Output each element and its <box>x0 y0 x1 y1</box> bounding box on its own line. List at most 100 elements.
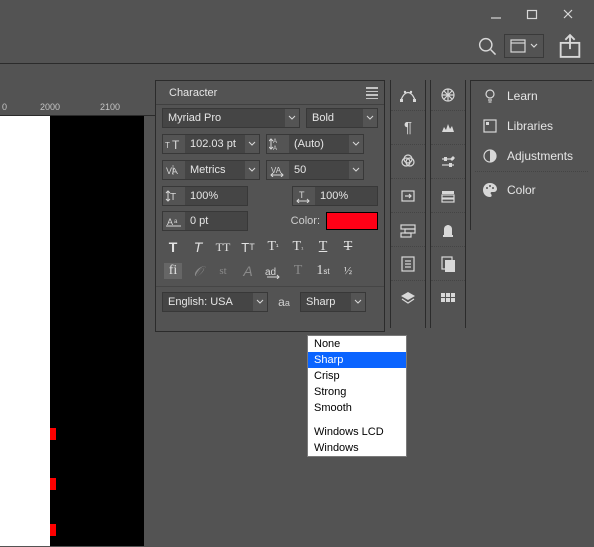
canvas-black-shape[interactable] <box>50 116 144 546</box>
font-family-select[interactable]: Myriad Pro <box>162 108 300 128</box>
vertical-scale-field[interactable]: T 100% <box>162 186 248 206</box>
titling-button[interactable]: ad <box>264 263 282 279</box>
svg-text:A: A <box>171 166 178 176</box>
actions-panel-button[interactable] <box>391 178 425 212</box>
chevron-down-icon <box>363 109 377 127</box>
canvas-area[interactable] <box>0 116 50 546</box>
faux-bold-button[interactable]: T <box>164 239 182 255</box>
ligatures-button[interactable]: fi <box>164 263 182 279</box>
horizontal-scale-icon: T <box>293 187 315 205</box>
font-family-value: Myriad Pro <box>163 112 285 124</box>
canvas-red-mark <box>50 428 56 440</box>
swash-button[interactable]: A <box>239 263 257 279</box>
adjustments-panel-button[interactable]: Adjustments <box>471 141 592 171</box>
path-panel-button[interactable] <box>391 80 425 110</box>
anti-alias-option[interactable]: Sharp <box>308 352 406 368</box>
svg-text:T: T <box>299 190 305 200</box>
color-panel-button[interactable]: Color <box>471 175 592 205</box>
leading-field[interactable]: AA (Auto) <box>266 134 364 154</box>
swatches-panel-button[interactable] <box>431 280 465 314</box>
fractions-button[interactable]: ½ <box>339 263 357 279</box>
palette-icon <box>481 181 499 199</box>
clone-source-panel-button[interactable] <box>431 212 465 246</box>
title-bar <box>0 0 594 28</box>
navigator-panel-button[interactable] <box>431 80 465 110</box>
panel-tab-bar: Character <box>156 81 384 105</box>
chevron-down-icon <box>245 161 259 179</box>
kerning-field[interactable]: VA Metrics <box>162 160 260 180</box>
text-color-swatch[interactable] <box>326 212 378 230</box>
brush-settings-panel-button[interactable] <box>431 144 465 178</box>
svg-text:A: A <box>273 146 277 151</box>
histogram-panel-button[interactable] <box>431 110 465 144</box>
superscript-button[interactable]: T¹ <box>264 239 282 255</box>
underline-button[interactable]: T <box>314 239 332 255</box>
anti-alias-option[interactable]: None <box>308 336 406 352</box>
anti-alias-option[interactable]: Crisp <box>308 368 406 384</box>
baseline-shift-value: 0 pt <box>185 215 247 227</box>
tabular-button[interactable]: 1st <box>314 263 332 279</box>
anti-alias-option[interactable]: Windows <box>308 440 406 456</box>
chevron-down-icon <box>351 293 365 311</box>
svg-text:a: a <box>174 219 178 225</box>
leading-icon: AA <box>267 135 289 153</box>
chevron-down-icon <box>285 109 299 127</box>
window-close-button[interactable] <box>550 0 586 28</box>
horizontal-scale-field[interactable]: T 100% <box>292 186 378 206</box>
window-maximize-button[interactable] <box>514 0 550 28</box>
character-panel: Character Myriad Pro Bold TT 102.03 pt A… <box>155 80 385 332</box>
small-caps-button[interactable]: TT <box>239 239 257 255</box>
contextual-alt-button[interactable]: 𝒪 <box>189 263 207 279</box>
anti-alias-option[interactable]: Windows LCD <box>308 424 406 440</box>
chevron-down-icon <box>253 293 267 311</box>
styles-panel-button[interactable] <box>431 246 465 280</box>
share-button[interactable] <box>556 34 584 58</box>
layers-panel-button[interactable] <box>391 280 425 314</box>
tab-character[interactable]: Character <box>159 84 227 104</box>
strikethrough-button[interactable]: T <box>339 239 357 255</box>
font-size-icon: TT <box>163 135 185 153</box>
anti-alias-value: Sharp <box>301 296 351 308</box>
anti-alias-option[interactable]: Smooth <box>308 400 406 416</box>
baseline-shift-field[interactable]: Aa 0 pt <box>162 211 248 231</box>
paragraph-panel-button[interactable]: ¶ <box>391 110 425 144</box>
subscript-button[interactable]: T₁ <box>289 239 307 255</box>
panel-label: Color <box>507 183 536 197</box>
menu-separator <box>308 416 406 424</box>
stylistic-alt-button[interactable]: st <box>214 263 232 279</box>
ordinals-button[interactable]: T <box>289 263 307 279</box>
svg-text:ad: ad <box>265 267 276 278</box>
anti-alias-dropdown-list: None Sharp Crisp Strong Smooth Windows L… <box>307 335 407 457</box>
font-style-select[interactable]: Bold <box>306 108 378 128</box>
type-style-row: T T TT TT T¹ T₁ T T <box>156 235 384 259</box>
properties-panel-button[interactable] <box>431 178 465 212</box>
collapsed-panel-strip <box>430 80 466 328</box>
info-panel-button[interactable] <box>391 246 425 280</box>
ruler-tick: 0 <box>2 102 7 112</box>
channels-panel-button[interactable] <box>391 144 425 178</box>
svg-text:T: T <box>165 141 170 150</box>
chevron-down-icon <box>349 161 363 179</box>
faux-italic-button[interactable]: T <box>189 239 207 255</box>
collapsed-panel-strip: ¶ <box>390 80 426 328</box>
tracking-field[interactable]: VA 50 <box>266 160 364 180</box>
window-minimize-button[interactable] <box>478 0 514 28</box>
panel-menu-button[interactable] <box>366 87 378 99</box>
canvas-red-mark <box>50 524 56 536</box>
svg-text:T: T <box>172 138 180 151</box>
horizontal-scale-value: 100% <box>315 190 377 202</box>
options-bar <box>0 28 594 64</box>
leading-value: (Auto) <box>289 138 349 150</box>
anti-alias-select[interactable]: Sharp <box>300 292 366 312</box>
right-panel-list: Learn Libraries Adjustments Color <box>470 80 592 230</box>
arrange-documents-button[interactable] <box>504 34 544 58</box>
history-panel-button[interactable] <box>391 212 425 246</box>
anti-alias-icon: aa <box>274 295 294 309</box>
learn-panel-button[interactable]: Learn <box>471 81 592 111</box>
all-caps-button[interactable]: TT <box>214 239 232 255</box>
anti-alias-option[interactable]: Strong <box>308 384 406 400</box>
libraries-panel-button[interactable]: Libraries <box>471 111 592 141</box>
language-select[interactable]: English: USA <box>162 292 268 312</box>
font-size-field[interactable]: TT 102.03 pt <box>162 134 260 154</box>
search-button[interactable] <box>476 36 498 56</box>
